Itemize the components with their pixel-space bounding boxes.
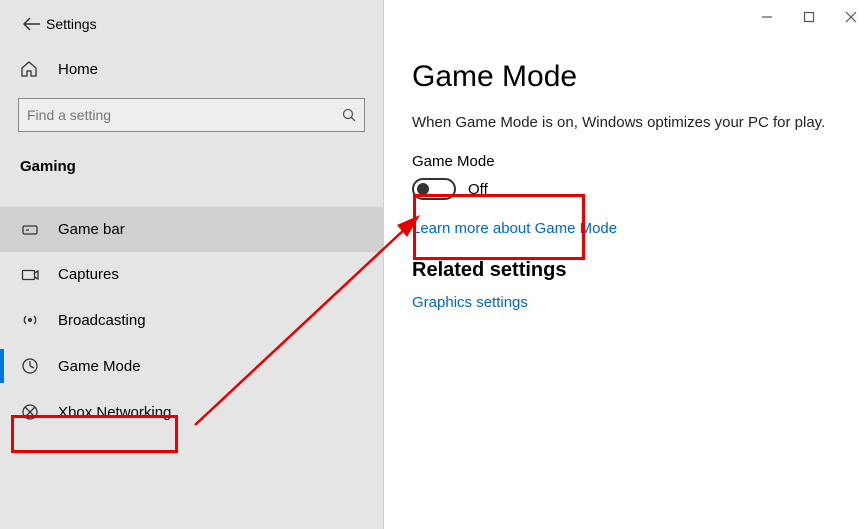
content-pane: Game Mode When Game Mode is on, Windows … [384, 0, 868, 529]
close-button[interactable] [842, 8, 860, 26]
category-header: Gaming [0, 144, 383, 185]
learn-more-link[interactable]: Learn more about Game Mode [412, 220, 617, 237]
home-icon [20, 60, 40, 78]
sidebar-item-label: Captures [58, 266, 119, 283]
home-nav[interactable]: Home [0, 48, 383, 90]
search-box[interactable] [18, 98, 365, 132]
search-input[interactable] [27, 107, 342, 123]
minimize-button[interactable] [758, 8, 776, 26]
sidebar-item-label: Game Mode [58, 358, 141, 375]
graphics-settings-link[interactable]: Graphics settings [412, 294, 528, 311]
captures-icon [20, 268, 40, 282]
sidebar-item-xbox-networking[interactable]: Xbox Networking [0, 389, 383, 435]
sidebar-item-captures[interactable]: Captures [0, 252, 383, 297]
search-icon [342, 108, 356, 122]
window-controls [758, 8, 860, 26]
page-description: When Game Mode is on, Windows optimizes … [412, 112, 840, 133]
game-mode-label: Game Mode [412, 153, 840, 170]
sidebar-item-label: Game bar [58, 221, 125, 238]
game-mode-toggle[interactable] [412, 178, 456, 200]
sidebar-item-game-mode[interactable]: Game Mode [0, 343, 383, 389]
settings-sidebar: Settings Home Gaming [0, 0, 384, 529]
sidebar-item-label: Xbox Networking [58, 404, 171, 421]
related-settings-heading: Related settings [412, 259, 840, 282]
sidebar-item-broadcasting[interactable]: Broadcasting [0, 297, 383, 343]
game-mode-setting: Game Mode Off [412, 153, 840, 200]
sidebar-header: Settings [0, 0, 383, 48]
xbox-icon [20, 403, 40, 421]
broadcasting-icon [20, 311, 40, 329]
settings-title: Settings [46, 16, 97, 32]
sidebar-item-label: Broadcasting [58, 312, 146, 329]
game-mode-icon [20, 357, 40, 375]
home-label: Home [58, 61, 98, 78]
maximize-button[interactable] [800, 8, 818, 26]
back-button[interactable] [18, 10, 46, 38]
page-title: Game Mode [412, 60, 840, 94]
sidebar-item-game-bar[interactable]: Game bar [0, 207, 383, 252]
toggle-state-text: Off [468, 181, 488, 198]
game-bar-icon [20, 223, 40, 237]
